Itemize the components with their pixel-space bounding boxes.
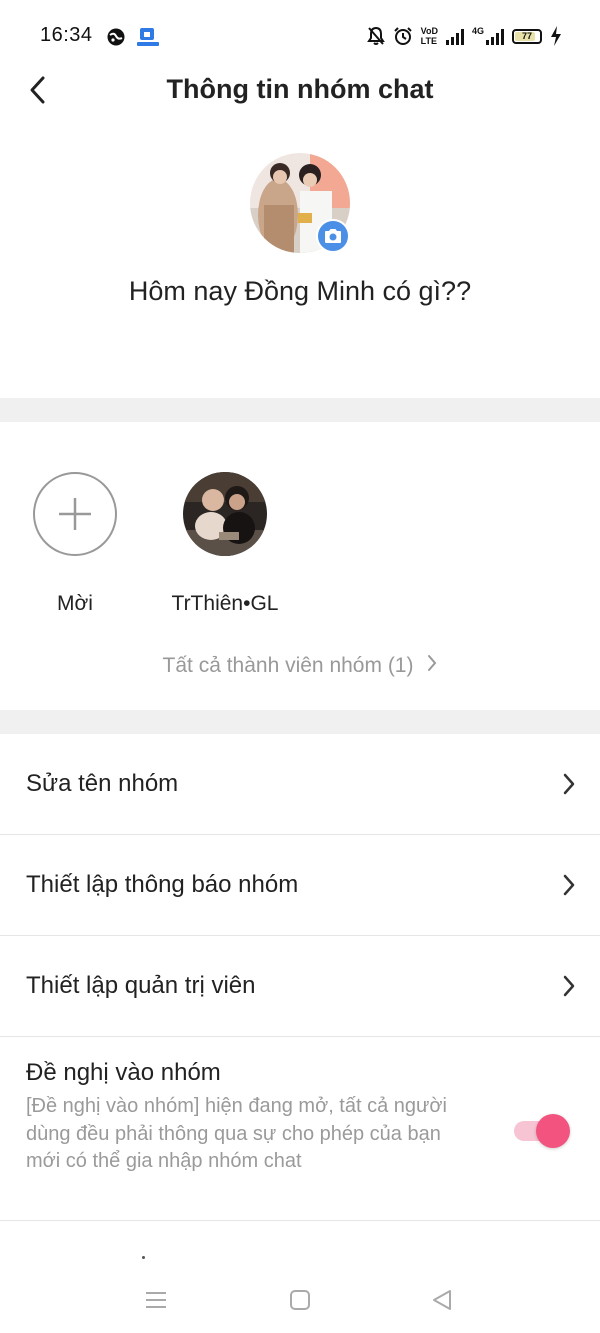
battery-level: 77 [521,31,532,41]
home-nav-button[interactable] [282,1282,318,1318]
join-request-toggle[interactable] [514,1113,570,1149]
notification-settings-row[interactable]: Thiết lập thông báo nhóm [0,835,600,936]
menu-icon [146,1292,166,1308]
group-name: Hôm nay Đồng Minh có gì?? [128,276,472,306]
signal-icon [445,27,464,45]
invite-member[interactable]: Mời [20,472,130,616]
system-nav-bar [0,1262,600,1333]
header: Thông tin nhóm chat [0,60,600,124]
app-notification-icon [137,28,159,46]
admin-settings-row[interactable]: Thiết lập quản trị viên [0,936,600,1037]
chevron-right-icon [563,975,575,997]
edit-group-name-row[interactable]: Sửa tên nhóm [0,734,600,835]
chevron-right-icon [563,773,575,795]
camera-icon [325,229,341,243]
change-photo-button[interactable] [316,219,350,253]
signal-2-icon [486,27,504,45]
row-label: Thiết lập quản trị viên [26,972,256,999]
chevron-right-icon [428,655,437,672]
section-divider [0,710,600,734]
vod-lte-indicator: VoD LTE [420,25,438,46]
member-photo [183,472,267,556]
data-type-label: 4G [471,26,484,36]
invite-label: Mời [57,592,93,615]
status-time: 16:34 [40,24,93,46]
chevron-right-icon [563,874,575,896]
row-label: Sửa tên nhóm [26,770,179,797]
battery-icon: 77 [512,28,542,44]
avatar [183,472,267,556]
menu-nav-button[interactable] [138,1282,174,1318]
all-members-label: Tất cả thành viên nhóm (1) [162,654,414,677]
back-triangle-icon [433,1290,451,1310]
member-item[interactable]: TrThiên•GL [160,472,290,616]
page-title: Thông tin nhóm chat [166,74,434,104]
back-nav-button[interactable] [424,1282,460,1318]
alarm-icon [393,27,412,45]
member-name: TrThiên•GL [171,592,279,615]
home-square-icon [290,1290,310,1310]
bell-off-icon [366,26,385,45]
invite-button[interactable] [33,472,117,556]
join-request-description: [Đề nghị vào nhóm] hiện đang mở, tất cả … [26,1095,447,1172]
charging-bolt-icon [551,26,561,46]
section-divider [0,398,600,422]
all-members-link[interactable]: Tất cả thành viên nhóm (1) [0,654,600,678]
globe-icon [107,28,125,46]
row-label: Thiết lập thông báo nhóm [26,871,299,898]
join-request-title: Đề nghị vào nhóm [26,1059,221,1086]
join-request-row: Đề nghị vào nhóm [Đề nghị vào nhóm] hiện… [0,1037,600,1221]
plus-icon [59,498,91,530]
